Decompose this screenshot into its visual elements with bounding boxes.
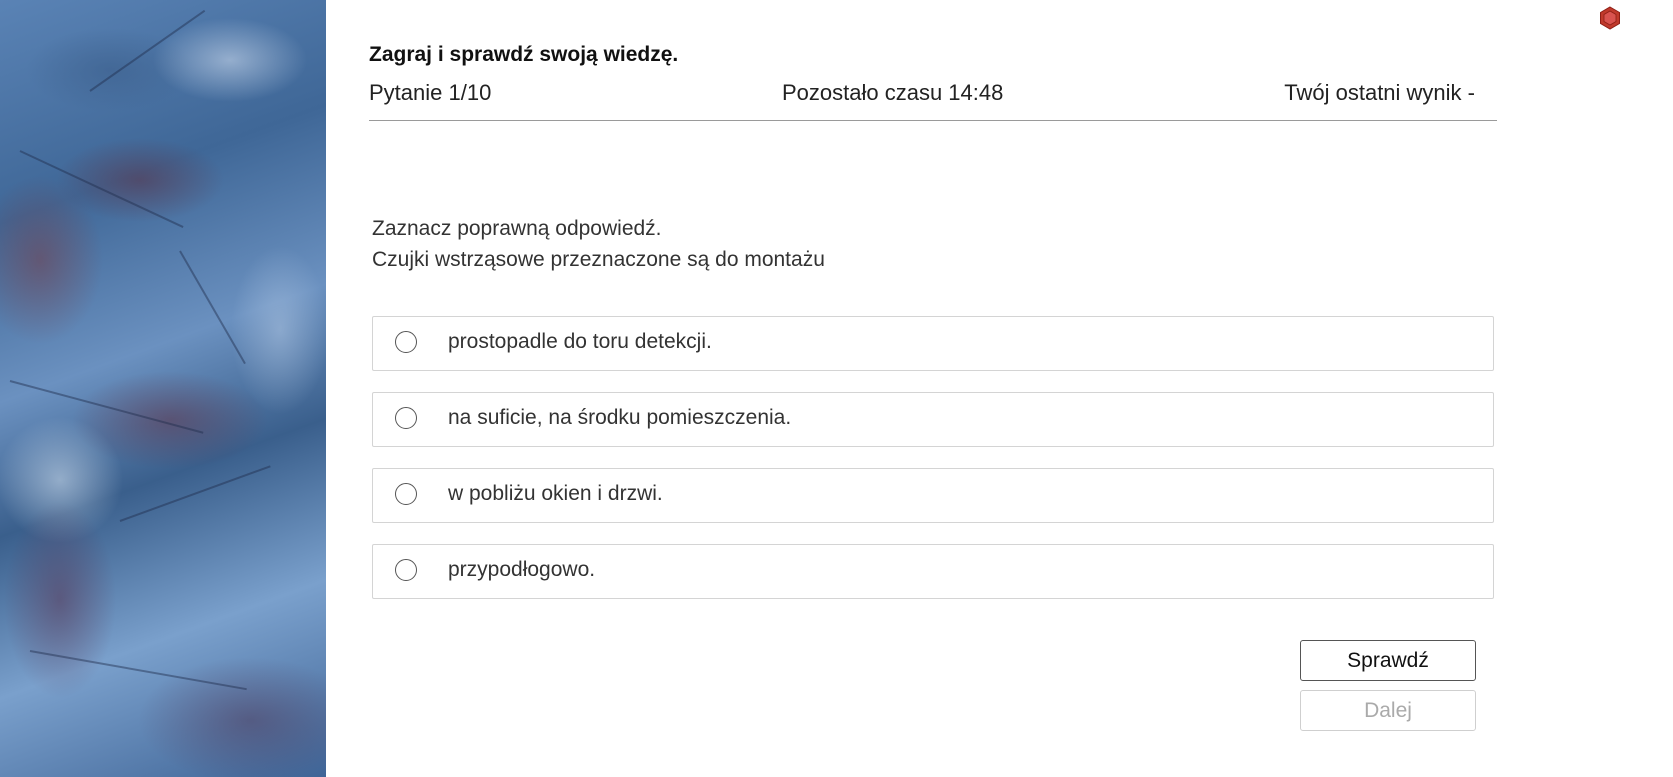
answer-list: prostopadle do toru detekcji. na suficie… (372, 316, 1494, 620)
question-instruction: Zaznacz poprawną odpowiedź. (372, 217, 662, 240)
answer-label: na suficie, na środku pomieszczenia. (448, 406, 792, 429)
check-button[interactable]: Sprawdź (1300, 640, 1476, 681)
next-button[interactable]: Dalej (1300, 690, 1476, 731)
quiz-page: Zagraj i sprawdź swoją wiedzę. Pytanie 1… (0, 0, 1673, 777)
time-remaining: Pozostało czasu 14:48 (782, 80, 1004, 105)
last-score: Twój ostatni wynik - (1284, 80, 1475, 105)
question-text: Czujki wstrząsowe przeznaczone są do mon… (372, 248, 825, 271)
question-block: Zaznacz poprawną odpowiedź. Czujki wstrz… (372, 213, 825, 275)
answer-label: prostopadle do toru detekcji. (448, 330, 712, 353)
answer-option[interactable]: w pobliżu okien i drzwi. (372, 468, 1494, 523)
quiz-status-bar: Pytanie 1/10 Pozostało czasu 14:48 Twój … (369, 80, 1497, 121)
radio-button[interactable] (395, 483, 417, 505)
decorative-side-image (0, 0, 326, 777)
radio-button[interactable] (395, 407, 417, 429)
radio-button[interactable] (395, 559, 417, 581)
answer-option[interactable]: na suficie, na środku pomieszczenia. (372, 392, 1494, 447)
answer-option[interactable]: prostopadle do toru detekcji. (372, 316, 1494, 371)
answer-label: przypodłogowo. (448, 558, 596, 581)
hexagon-icon (1600, 6, 1620, 30)
answer-label: w pobliżu okien i drzwi. (448, 482, 663, 505)
radio-button[interactable] (395, 331, 417, 353)
page-title: Zagraj i sprawdź swoją wiedzę. (369, 43, 679, 66)
answer-option[interactable]: przypodłogowo. (372, 544, 1494, 599)
question-counter: Pytanie 1/10 (369, 80, 492, 105)
